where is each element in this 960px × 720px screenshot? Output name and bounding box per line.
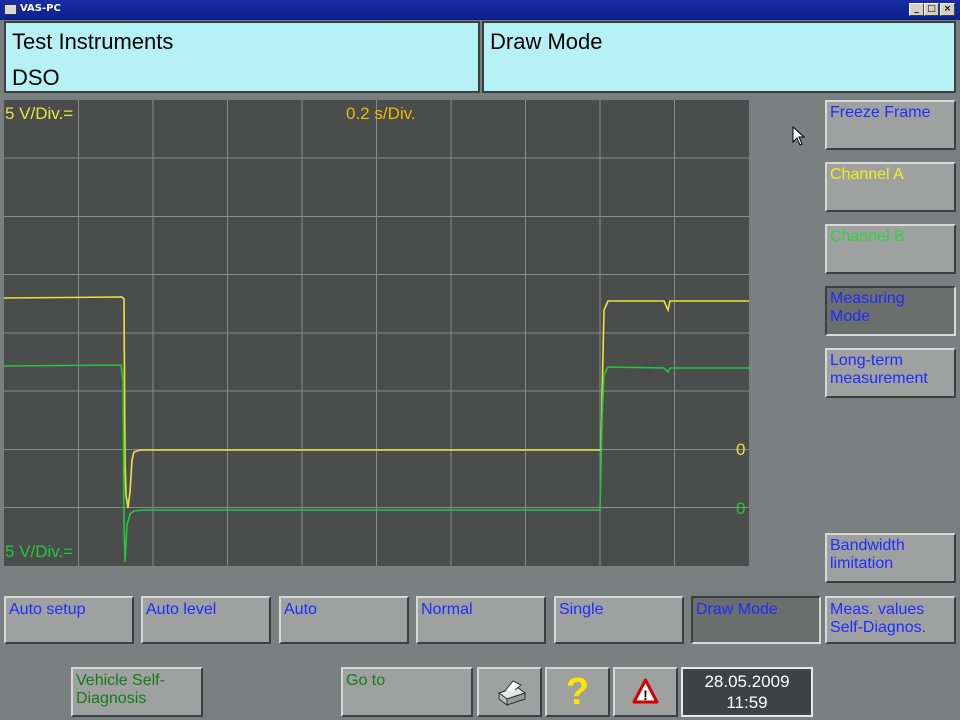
scope-screen [4, 100, 749, 566]
warning-glyph: ! [643, 687, 648, 703]
button-label: Meas. values [830, 601, 925, 618]
button-label-line2: Mode [830, 308, 871, 325]
button-label: Bandwidth [830, 537, 905, 554]
button-label: Freeze Frame [830, 104, 931, 121]
go-to-button[interactable]: Go to [341, 667, 473, 717]
auto-setup-button[interactable]: Auto setup [4, 596, 134, 644]
channel-b-button[interactable]: Channel B [825, 224, 956, 274]
printer-icon [497, 680, 527, 706]
button-label: Channel B [830, 228, 905, 245]
button-label-line2: measurement [830, 370, 928, 387]
button-label-line2: limitation [830, 555, 894, 572]
button-label: Single [559, 601, 604, 618]
vehicle-self-diagnosis-button[interactable]: Vehicle Self- Diagnosis [71, 667, 203, 717]
warning-icon: ! [632, 678, 659, 704]
window-title: VAS-PC [20, 3, 61, 14]
button-label: Channel A [830, 166, 904, 183]
auto-level-button[interactable]: Auto level [141, 596, 271, 644]
app-icon [4, 4, 17, 15]
help-button[interactable]: ? [545, 667, 610, 717]
print-button[interactable] [477, 667, 542, 717]
freeze-frame-button[interactable]: Freeze Frame [825, 100, 956, 150]
close-button[interactable]: × [940, 3, 955, 16]
button-label: Go to [346, 672, 386, 689]
channel-b-zero-marker: 0 [736, 499, 746, 518]
header-mode-title: Draw Mode [490, 29, 603, 54]
minimize-button[interactable]: _ [909, 3, 924, 16]
long-term-measurement-button[interactable]: Long-term measurement [825, 348, 956, 398]
channel-a-button[interactable]: Channel A [825, 162, 956, 212]
bandwidth-limitation-button[interactable]: Bandwidth limitation [825, 533, 956, 583]
channel-a-scale-label: 5 V/Div.= [5, 104, 74, 123]
trigger-auto-button[interactable]: Auto [279, 596, 409, 644]
header-subsection-title: DSO [12, 65, 60, 90]
button-label: Auto setup [9, 601, 86, 618]
button-label: Auto level [146, 601, 217, 618]
scope-grid [4, 100, 749, 566]
header-left-panel: Test Instruments DSO [4, 21, 480, 93]
date-time-display: 28.05.2009 11:59 [681, 667, 813, 717]
timebase-label: 0.2 s/Div. [346, 104, 416, 123]
measuring-mode-button[interactable]: Measuring Mode [825, 286, 956, 336]
header-right-panel: Draw Mode [482, 21, 956, 93]
window-title-bar: VAS-PC _ □ × [0, 0, 960, 20]
trigger-normal-button[interactable]: Normal [416, 596, 546, 644]
button-label: Measuring [830, 290, 905, 307]
header-section-title: Test Instruments [12, 29, 174, 54]
oscilloscope-display[interactable]: 5 V/Div.= 0.2 s/Div. 0 0 5 V/Div.= [4, 100, 749, 566]
warning-button[interactable]: ! [613, 667, 678, 717]
button-label: Vehicle Self- [76, 672, 165, 689]
draw-mode-button[interactable]: Draw Mode [691, 596, 821, 644]
channel-b-scale-label: 5 V/Div.= [5, 542, 74, 561]
channel-a-zero-marker: 0 [736, 440, 746, 459]
maximize-button[interactable]: □ [924, 3, 939, 16]
button-label: Normal [421, 601, 473, 618]
button-label: Draw Mode [696, 601, 778, 618]
button-label-line2: Diagnosis [76, 690, 147, 707]
meas-values-self-diagnosis-button[interactable]: Meas. values Self-Diagnos. [825, 596, 956, 644]
mouse-pointer-icon [792, 126, 806, 146]
help-icon: ? [565, 671, 590, 713]
button-label: Long-term [830, 352, 903, 369]
time-text: 11:59 [726, 693, 768, 712]
button-label: Auto [284, 601, 317, 618]
button-label-line2: Self-Diagnos. [830, 619, 927, 636]
trigger-single-button[interactable]: Single [554, 596, 684, 644]
date-text: 28.05.2009 [704, 672, 790, 691]
